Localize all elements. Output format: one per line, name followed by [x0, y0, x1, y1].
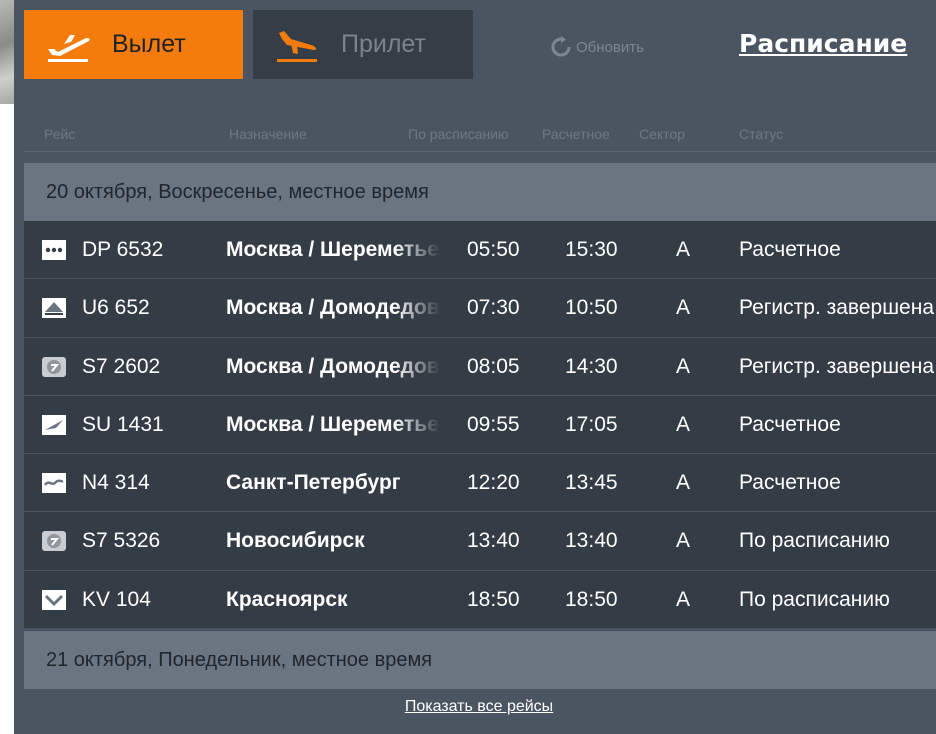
tab-arrivals[interactable]: Прилет: [253, 10, 473, 79]
sector: A: [676, 238, 691, 261]
scheduled-time: 05:50: [467, 238, 520, 261]
refresh-icon: [551, 36, 571, 57]
column-header: Статус: [739, 126, 784, 142]
flight-status: По расписанию: [739, 587, 890, 611]
scheduled-time: 07:30: [467, 296, 520, 320]
pobeda-logo: [42, 240, 66, 260]
plane-takeoff-icon: [48, 34, 90, 62]
sector: A: [676, 471, 691, 495]
flight-destination: Санкт-Петербург: [226, 471, 401, 495]
flight-number: S7 2602: [82, 354, 161, 378]
table-row[interactable]: U6 652 Москва / Домодедово 07:30 10:50 A…: [24, 279, 936, 338]
flight-status: Расчетное: [739, 238, 841, 261]
flight-board: Вылет Прилет Обновить Расписание Рейс На…: [14, 0, 936, 734]
tab-departures-label: Вылет: [112, 30, 186, 58]
column-header: Рейс: [44, 126, 76, 142]
refresh-button[interactable]: Обновить: [550, 36, 644, 58]
table-row[interactable]: S7 5326 Новосибирск 13:40 13:40 A По рас…: [24, 512, 936, 571]
table-row[interactable]: S7 2602 Москва / Домодедово 08:05 14:30 …: [24, 337, 936, 396]
flight-destination: Новосибирск: [226, 529, 365, 553]
refresh-label: Обновить: [576, 38, 644, 56]
flight-status: По расписанию: [739, 529, 890, 553]
text-fade: [394, 287, 440, 330]
scheduled-time: 12:20: [467, 471, 520, 495]
tab-departures[interactable]: Вылет: [24, 10, 243, 79]
table-row[interactable]: SU 1431 Москва / Шереметьево 09:55 17:05…: [24, 395, 936, 455]
estimated-time: 17:05: [565, 412, 618, 436]
show-all-flights-link[interactable]: Показать все рейсы: [14, 698, 936, 716]
ural-airlines-logo: [42, 298, 66, 319]
date-header: 20 октября, Воскресенье, местное время: [24, 163, 936, 221]
flight-number: DP 6532: [82, 238, 164, 261]
estimated-time: 15:30: [565, 238, 618, 261]
text-fade: [394, 403, 440, 446]
estimated-time: 10:50: [565, 296, 618, 320]
flight-status: Расчетное: [739, 471, 841, 495]
flight-number: SU 1431: [82, 412, 164, 436]
table-row[interactable]: N4 314 Санкт-Петербург 12:20 13:45 A Рас…: [24, 454, 936, 513]
sector: A: [676, 529, 691, 553]
scheduled-time: 09:55: [467, 412, 520, 436]
date-header: 21 октября, Понедельник, местное время: [24, 631, 936, 689]
s7-logo: [42, 531, 66, 552]
flight-number: U6 652: [82, 296, 150, 320]
flight-number: KV 104: [82, 587, 151, 611]
column-header: По расписанию: [408, 126, 509, 142]
flight-status: Расчетное: [739, 412, 841, 436]
scheduled-time: 08:05: [467, 354, 520, 378]
krasavia-logo: [42, 589, 66, 610]
flight-number: N4 314: [82, 471, 150, 495]
flight-number: S7 5326: [82, 529, 161, 553]
estimated-time: 18:50: [565, 587, 618, 611]
table-row[interactable]: KV 104 Красноярск 18:50 18:50 A По распи…: [24, 570, 936, 630]
nordwind-logo: [42, 473, 66, 494]
flight-status: Регистр. завершена: [739, 296, 935, 320]
table-row[interactable]: DP 6532 Москва / Шереметьево 05:50 15:30…: [24, 221, 936, 280]
column-header: Расчетное: [542, 126, 610, 142]
tab-arrivals-label: Прилет: [341, 30, 426, 58]
sector: A: [676, 354, 691, 378]
sector: A: [676, 296, 691, 320]
sector: A: [676, 587, 691, 611]
aeroflot-logo: [42, 414, 66, 435]
scheduled-time: 13:40: [467, 529, 520, 553]
estimated-time: 13:45: [565, 471, 618, 495]
schedule-link[interactable]: Расписание: [739, 29, 907, 58]
column-header: Назначение: [229, 126, 307, 142]
text-fade: [394, 345, 440, 388]
plane-landing-icon: [277, 30, 317, 62]
column-header: Сектор: [639, 126, 686, 142]
scheduled-time: 18:50: [467, 587, 520, 611]
table-header: Рейс Назначение По расписанию Расчетное …: [24, 114, 936, 152]
flight-status: Регистр. завершена: [739, 354, 935, 378]
text-fade: [394, 229, 440, 271]
estimated-time: 13:40: [565, 529, 618, 553]
estimated-time: 14:30: [565, 354, 618, 378]
flight-destination: Красноярск: [226, 587, 348, 611]
flight-list: DP 6532 Москва / Шереметьево 05:50 15:30…: [24, 221, 936, 630]
sector: A: [676, 412, 691, 436]
s7-logo: [42, 356, 66, 377]
